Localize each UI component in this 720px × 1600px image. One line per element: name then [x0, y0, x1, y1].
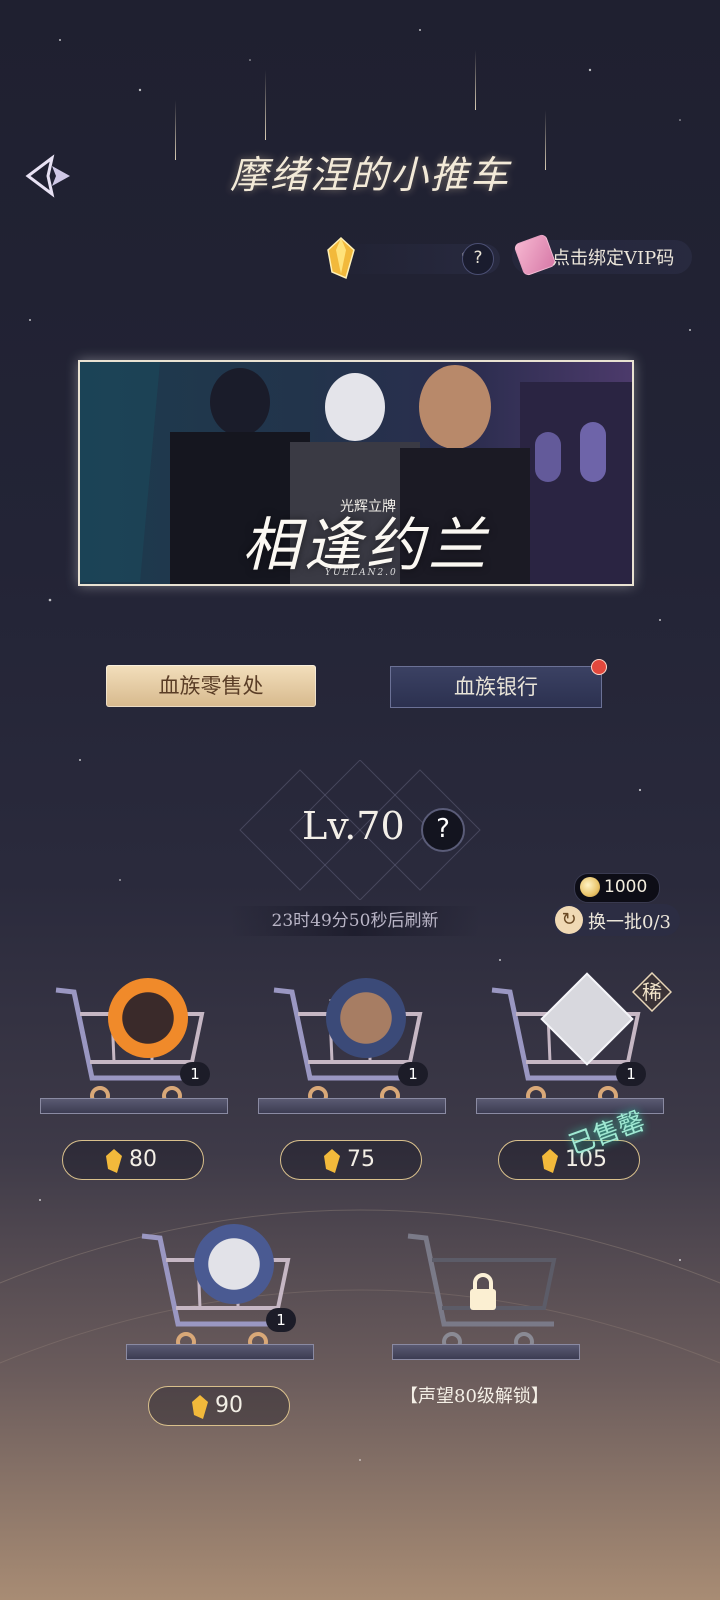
item-quantity: 1	[616, 1062, 646, 1086]
notification-dot	[591, 659, 607, 675]
reroll-label[interactable]: 换一批0/3	[588, 908, 671, 934]
character-avatar	[326, 978, 406, 1058]
refresh-icon[interactable]: ↻	[555, 906, 583, 934]
tab-vampire-retail[interactable]: 血族零售处	[106, 665, 316, 707]
item-quantity: 1	[180, 1062, 210, 1086]
display-shelf	[126, 1344, 314, 1360]
character-avatar	[194, 1224, 274, 1304]
character-avatar	[108, 978, 188, 1058]
display-shelf	[40, 1098, 228, 1114]
item-price: 75	[347, 1147, 375, 1172]
display-shelf	[392, 1344, 580, 1360]
banner-english-title: YUELAN2.0	[325, 568, 398, 578]
reputation-level: Lv.70	[302, 804, 405, 848]
rare-badge: 稀	[632, 972, 672, 1012]
gem-icon	[542, 1149, 558, 1173]
gem-icon	[327, 236, 355, 280]
tab-vampire-bank[interactable]: 血族银行	[390, 666, 602, 708]
price-button[interactable]: 90	[148, 1386, 290, 1426]
unlock-requirement: 【声望80级解锁】	[400, 1386, 549, 1407]
shop-item[interactable]: 1 90	[126, 1224, 328, 1464]
currency-help-button[interactable]: ?	[462, 243, 494, 275]
gem-icon	[106, 1149, 122, 1173]
item-quantity: 1	[266, 1308, 296, 1332]
back-arrow-icon[interactable]	[22, 152, 78, 200]
hanging-star-decoration	[175, 100, 176, 160]
rare-label: 稀	[642, 980, 662, 1004]
shop-item[interactable]: 1 75	[258, 978, 460, 1218]
item-price: 90	[215, 1393, 243, 1418]
price-button[interactable]: 75	[280, 1140, 422, 1180]
hanging-star-decoration	[545, 110, 546, 170]
reroll-coin-cost: 1000	[604, 877, 648, 897]
vip-code-label[interactable]: 点击绑定VIP码	[552, 244, 674, 270]
coin-icon	[580, 877, 600, 897]
gem-icon	[324, 1149, 340, 1173]
shop-item[interactable]: 1 80	[40, 978, 242, 1218]
refresh-countdown: 23时49分50秒后刷新	[230, 906, 480, 936]
gem-icon	[192, 1395, 208, 1419]
hanging-star-decoration	[475, 50, 476, 110]
locked-shop-slot[interactable]	[392, 1224, 594, 1464]
level-help-button[interactable]: ?	[421, 808, 465, 852]
item-price: 80	[129, 1147, 157, 1172]
item-quantity: 1	[398, 1062, 428, 1086]
hanging-star-decoration	[265, 70, 266, 140]
display-shelf	[258, 1098, 446, 1114]
page-title: 摩绪涅的小推车	[229, 153, 510, 197]
price-button[interactable]: 80	[62, 1140, 204, 1180]
lock-icon	[470, 1273, 496, 1310]
